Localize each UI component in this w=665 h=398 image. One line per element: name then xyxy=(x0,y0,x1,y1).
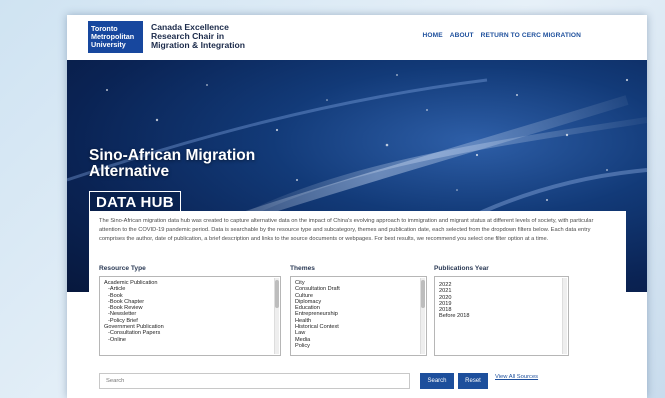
browser-viewport: Toronto Metropolitan University Canada E… xyxy=(67,15,647,398)
publications-year-scrollbar[interactable] xyxy=(562,278,567,354)
resource-type-option[interactable]: -Online xyxy=(104,337,276,343)
site-title-line: Migration & Integration xyxy=(151,40,246,50)
year-option[interactable]: Before 2018 xyxy=(439,313,564,319)
nav-return-cerc-link[interactable]: RETURN TO CERC MIGRATION xyxy=(481,32,581,39)
view-all-sources-link[interactable]: View All Sources xyxy=(495,374,538,380)
logo-line: University xyxy=(91,40,126,49)
nav-home-link[interactable]: HOME xyxy=(423,32,443,39)
nav-about-link[interactable]: ABOUT xyxy=(450,32,474,39)
publications-year-filter: Publications Year 2022 2021 2020 2019 20… xyxy=(434,265,569,356)
resource-type-listbox[interactable]: Academic Publication -Article -Book -Boo… xyxy=(99,276,281,356)
themes-option[interactable]: Policy xyxy=(295,343,422,349)
site-header: Toronto Metropolitan University Canada E… xyxy=(67,15,647,60)
themes-listbox[interactable]: City Consultation Draft Culture Diplomac… xyxy=(290,276,427,356)
filters-section: Resource Type Academic Publication -Arti… xyxy=(99,265,616,365)
publications-year-label: Publications Year xyxy=(434,265,489,272)
hero-title-line: Alternative xyxy=(89,163,170,180)
themes-filter: Themes City Consultation Draft Culture D… xyxy=(290,265,427,356)
themes-scrollbar[interactable] xyxy=(420,278,425,354)
scrollbar-thumb[interactable] xyxy=(421,280,425,308)
intro-paragraph: The Sino-African migration data hub was … xyxy=(99,218,594,242)
hero-title: Sino-African Migration Alternative xyxy=(89,148,255,180)
resource-type-label: Resource Type xyxy=(99,265,146,272)
resource-type-scrollbar[interactable] xyxy=(274,278,279,354)
search-row: Search Reset View All Sources xyxy=(99,371,616,391)
reset-button[interactable]: Reset xyxy=(458,373,488,389)
search-button[interactable]: Search xyxy=(420,373,454,389)
publications-year-listbox[interactable]: 2022 2021 2020 2019 2018 Before 2018 xyxy=(434,276,569,356)
data-hub-panel: The Sino-African migration data hub was … xyxy=(89,211,626,398)
site-title[interactable]: Canada Excellence Research Chair in Migr… xyxy=(151,23,245,50)
search-input[interactable] xyxy=(99,373,410,389)
main-nav: HOME ABOUT RETURN TO CERC MIGRATION xyxy=(423,32,581,39)
university-logo[interactable]: Toronto Metropolitan University xyxy=(88,21,143,53)
themes-label: Themes xyxy=(290,265,315,272)
hero-title-line: Sino-African Migration xyxy=(89,147,256,164)
scrollbar-thumb[interactable] xyxy=(275,280,279,308)
resource-type-filter: Resource Type Academic Publication -Arti… xyxy=(99,265,281,356)
